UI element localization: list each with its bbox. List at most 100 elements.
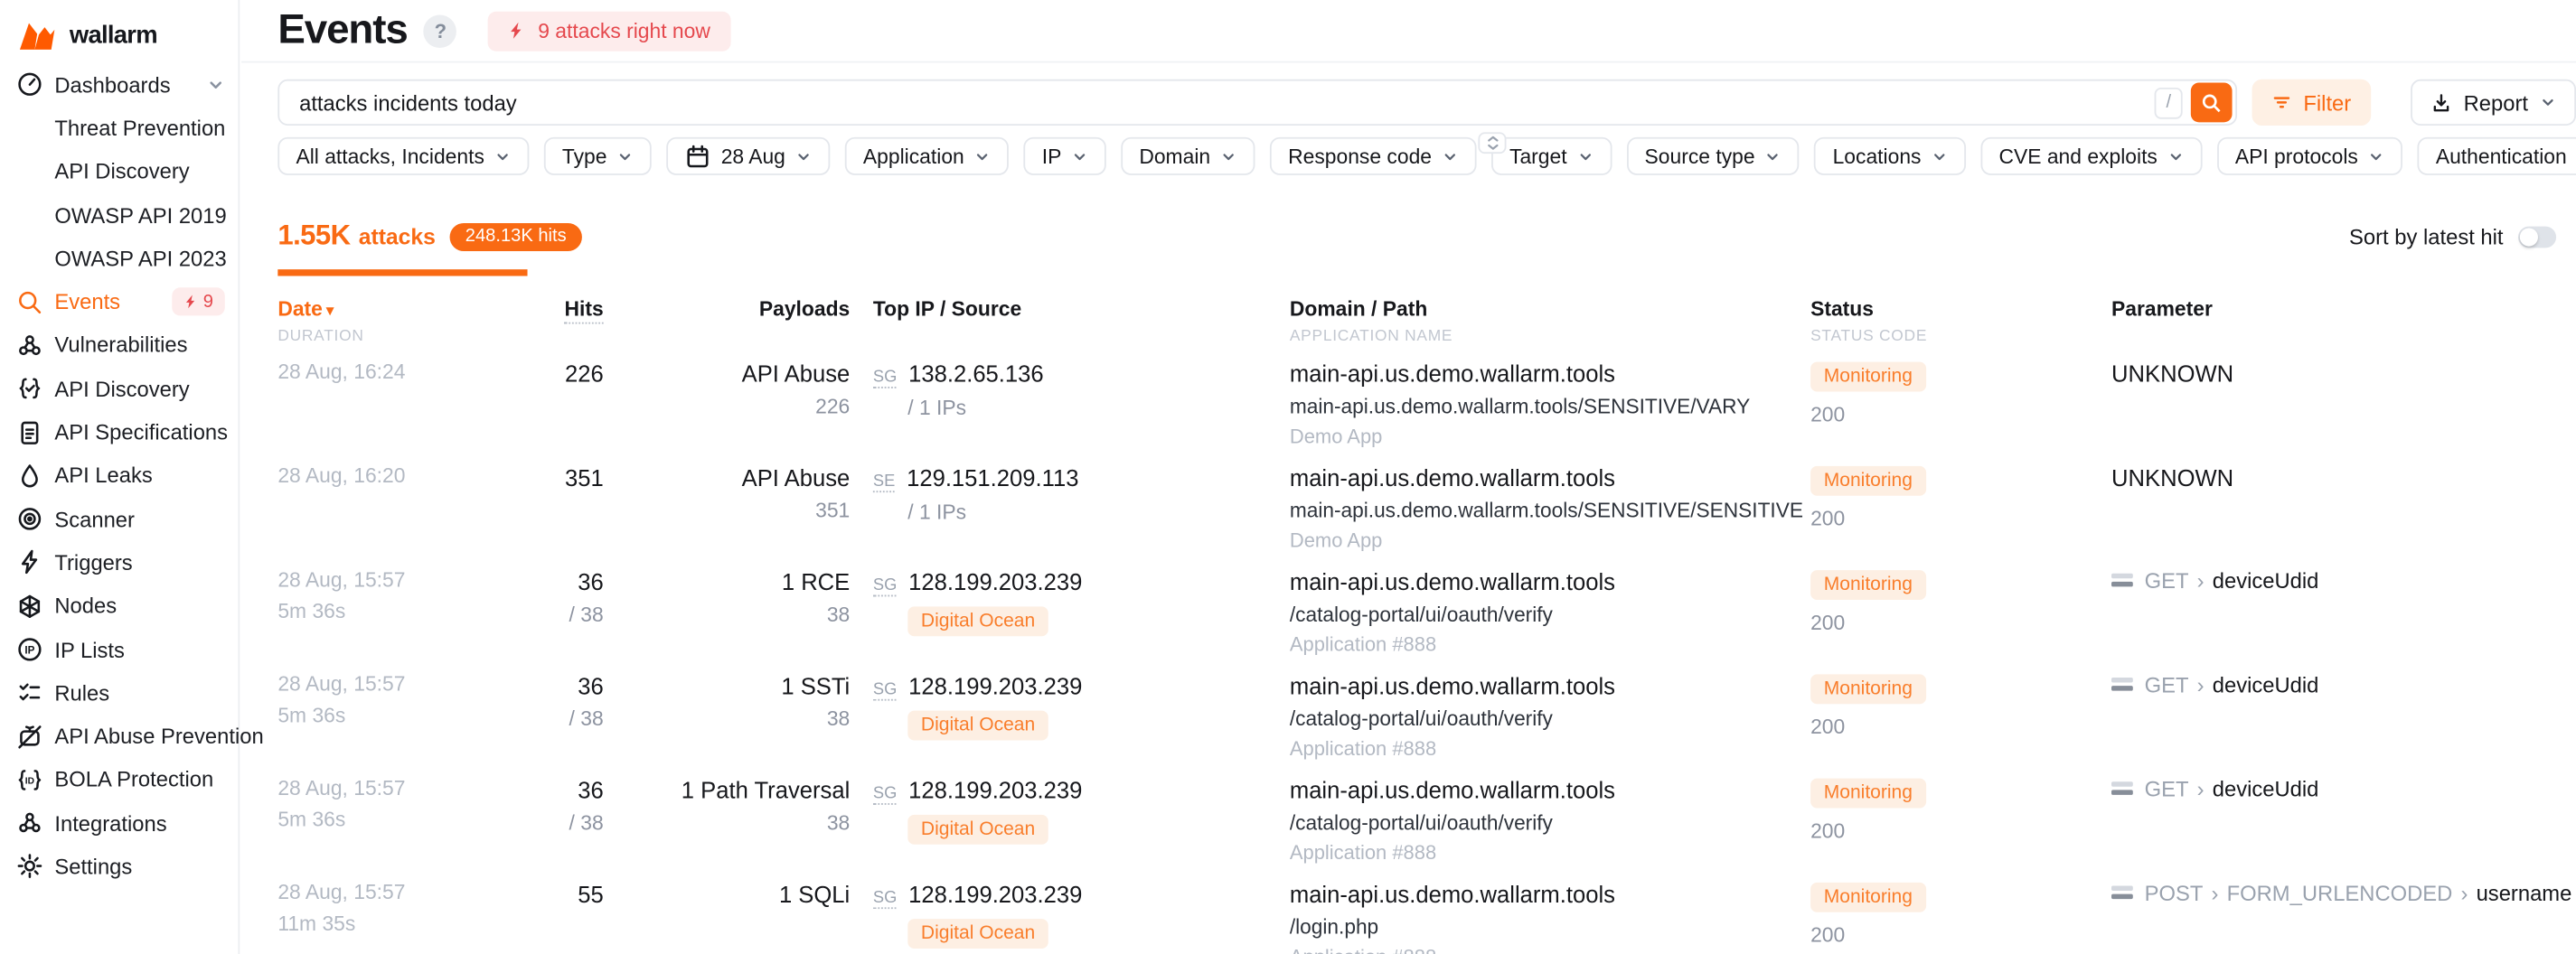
row-duration: 5m 36s [277,599,509,622]
row-ip-sub: / 1 IPs [907,396,1290,419]
search-box: / [277,80,2237,126]
source-provider-badge: Digital Ocean [907,605,1048,635]
filter-chip-authentication[interactable]: Authentication [2418,137,2576,175]
row-hits: 351 [509,463,603,490]
attacks-count-label: attacks [359,224,436,248]
wallarm-logo-icon [16,21,58,51]
sidebar-item-label: IP Lists [54,637,125,661]
row-ip[interactable]: 129.151.209.113 [907,463,1078,490]
row-payload: 1 Path Traversal [604,776,851,802]
wallarm-logo[interactable]: wallarm [0,0,238,53]
filter-chip-locations[interactable]: Locations [1814,137,1965,175]
row-date: 28 Aug, 15:57 [277,672,509,696]
filter-chip-28-aug[interactable]: 28 Aug [666,137,830,175]
row-payload: 1 SQLi [604,880,851,906]
sidebar-item-settings[interactable]: Settings [0,845,238,888]
table-row[interactable]: 28 Aug, 15:57 11m 35s 55 1 SQLi SG 128.1… [277,865,2576,954]
filter-chip-all-attacks-incidents[interactable]: All attacks, Incidents [277,137,529,175]
sort-desc-icon: ▾ [326,302,334,320]
sidebar-item-api-discovery[interactable]: API Discovery [0,367,238,410]
row-domain[interactable]: main-api.us.demo.wallarm.tools [1290,463,1810,490]
row-ip[interactable]: 128.199.203.239 [908,672,1082,698]
chip-label: Response code [1288,145,1432,168]
parameter-name: deviceUdid [2213,672,2319,697]
filter-button[interactable]: Filter [2252,80,2372,126]
row-ip[interactable]: 128.199.203.239 [908,880,1082,906]
filter-chip-type[interactable]: Type [544,137,652,175]
sidebar-item-label: API Leaks [54,463,152,488]
status-code: 200 [1810,715,2111,738]
sidebar-item-dashboards[interactable]: Dashboards [0,63,238,107]
table-row[interactable]: 28 Aug, 15:57 5m 36s 36 / 38 1 SSTi 38 S… [277,657,2576,761]
row-ip[interactable]: 128.199.203.239 [908,567,1082,594]
filter-chip-api-protocols[interactable]: API protocols [2217,137,2403,175]
sidebar-item-owasp-api-2023[interactable]: OWASP API 2023 [0,237,238,280]
hits-badge: 248.13K hits [450,222,581,250]
table-row[interactable]: 28 Aug, 16:20 351 API Abuse 351 SE 129.1… [277,449,2576,553]
row-path: main-api.us.demo.wallarm.tools/SENSITIVE… [1290,499,1810,522]
attacks-alert-badge[interactable]: 9 attacks right now [488,11,729,51]
sidebar-item-triggers[interactable]: Triggers [0,541,238,585]
filter-chip-response-code[interactable]: Response code [1270,137,1476,175]
filter-chip-domain[interactable]: Domain [1121,137,1255,175]
sidebar-item-api-specifications[interactable]: API Specifications [0,410,238,454]
chevron-down-icon [2540,94,2556,110]
id-braces-icon: ID [16,767,42,793]
search-button[interactable] [2191,82,2233,122]
filter-chip-source-type[interactable]: Source type [1626,137,1800,175]
calendar-icon [684,143,710,169]
row-payload-sub: 38 [604,706,851,730]
chip-label: Application [863,145,964,168]
chevron-separator: › [2212,880,2219,904]
chevron-down-icon [2167,148,2184,164]
row-domain[interactable]: main-api.us.demo.wallarm.tools [1290,567,1810,594]
sidebar-item-rules[interactable]: Rules [0,671,238,715]
row-parameter-chain: GET›deviceUdid [2111,776,2576,800]
sidebar-item-ip-lists[interactable]: IP IP Lists [0,628,238,671]
row-ip[interactable]: 128.199.203.239 [908,776,1082,802]
source-provider-badge: Digital Ocean [907,710,1048,740]
scanner-icon [16,506,42,532]
filter-chip-cve-and-exploits[interactable]: CVE and exploits [1980,137,2202,175]
row-parameter-plain: UNKNOWN [2111,463,2576,490]
sidebar-item-api-abuse-prevention[interactable]: API Abuse Prevention [0,715,238,758]
col-subheader-status-code: STATUS CODE [1810,326,2111,344]
row-parameter-chain: GET›deviceUdid [2111,672,2576,697]
sidebar-item-integrations[interactable]: Integrations [0,801,238,845]
col-header-hits[interactable]: Hits [509,296,603,344]
search-input[interactable] [299,90,2155,115]
report-button[interactable]: Report [2411,80,2576,126]
filter-chip-ip[interactable]: IP [1024,137,1106,175]
row-domain[interactable]: main-api.us.demo.wallarm.tools [1290,776,1810,802]
help-icon[interactable]: ? [424,14,457,48]
status-badge: Monitoring [1810,882,1926,912]
col-header-parameter: Parameter [2111,296,2576,344]
sidebar-item-vulnerabilities[interactable]: Vulnerabilities [0,323,238,367]
table-row[interactable]: 28 Aug, 15:57 5m 36s 36 / 38 1 Path Trav… [277,761,2576,865]
sidebar-item-bola-protection[interactable]: ID BOLA Protection [0,758,238,801]
chip-label: All attacks, Incidents [296,145,484,168]
filter-chip-target[interactable]: Target [1491,137,1612,175]
parameter-segment: GET [2145,672,2189,697]
sort-toggle[interactable] [2518,226,2556,248]
row-domain[interactable]: main-api.us.demo.wallarm.tools [1290,360,1810,386]
row-domain[interactable]: main-api.us.demo.wallarm.tools [1290,672,1810,698]
sidebar-item-nodes[interactable]: Nodes [0,585,238,628]
sidebar-item-scanner[interactable]: Scanner [0,498,238,541]
col-header-date[interactable]: Date▾ [277,296,509,320]
row-date: 28 Aug, 15:57 [277,776,509,800]
sidebar-item-api-leaks[interactable]: API Leaks [0,454,238,497]
sidebar-item-owasp-api-2019[interactable]: OWASP API 2019 [0,193,238,237]
sidebar-item-threat-prevention[interactable]: Threat Prevention [0,107,238,150]
table-row[interactable]: 28 Aug, 16:24 226 API Abuse 226 SG 138.2… [277,344,2576,448]
filter-chips-row: All attacks, Incidents Type 28 Aug Appli… [277,137,2576,175]
table-row[interactable]: 28 Aug, 15:57 5m 36s 36 / 38 1 RCE 38 SG… [277,553,2576,657]
search-resize-handle[interactable] [1478,132,1506,154]
sidebar-item-events[interactable]: Events 9 [0,280,238,323]
sidebar-item-api-discovery[interactable]: API Discovery [0,150,238,193]
filter-chip-application[interactable]: Application [845,137,1009,175]
status-badge: Monitoring [1810,569,1926,599]
row-domain[interactable]: main-api.us.demo.wallarm.tools [1290,880,1810,906]
row-application: Demo App [1290,528,1810,551]
row-ip[interactable]: 138.2.65.136 [908,360,1044,386]
